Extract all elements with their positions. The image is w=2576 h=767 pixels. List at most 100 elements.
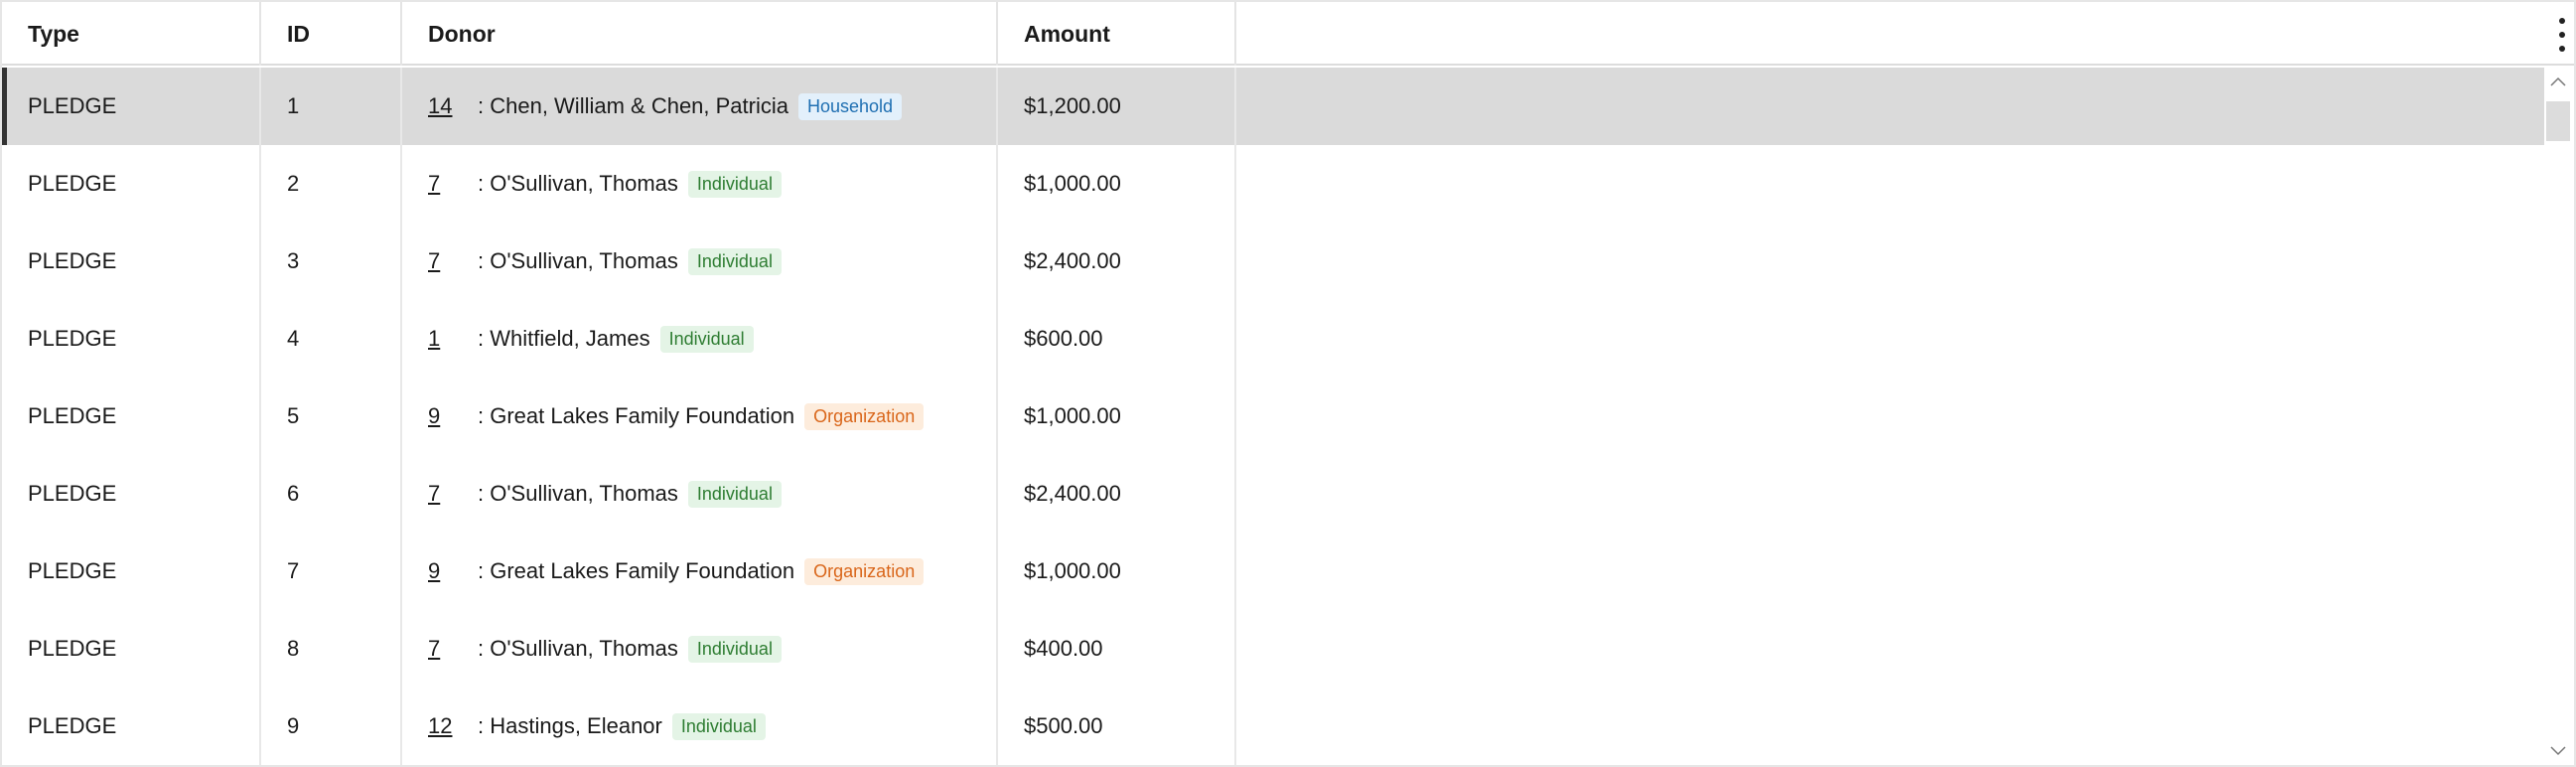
donor-id-link[interactable]: 14 bbox=[428, 93, 466, 119]
cell-filler bbox=[1236, 455, 2548, 533]
donor-type-badge: Individual bbox=[687, 480, 782, 508]
cell-id: 3 bbox=[261, 223, 402, 300]
id-value: 4 bbox=[287, 326, 300, 351]
scrollbar-thumb[interactable] bbox=[2546, 101, 2570, 141]
cell-filler bbox=[1236, 610, 2548, 688]
type-value: PLEDGE bbox=[28, 713, 117, 738]
cell-amount: $1,200.00 bbox=[998, 68, 1236, 145]
id-value: 6 bbox=[287, 481, 300, 506]
cell-donor: 9: Great Lakes Family Foundation Organiza… bbox=[402, 533, 998, 610]
table-row[interactable]: PLEDGE 1 14 : Chen, William & Chen, Patrici… bbox=[2, 68, 2548, 145]
table-row[interactable]: PLEDGE 8 7 : O'Sullivan, Thomas Individual $4… bbox=[2, 610, 2548, 688]
vertical-scrollbar[interactable] bbox=[2544, 68, 2572, 765]
cell-filler bbox=[1236, 223, 2548, 300]
id-value: 3 bbox=[287, 248, 300, 273]
donor-id-link[interactable]: 9 bbox=[428, 558, 466, 584]
type-value: PLEDGE bbox=[28, 636, 117, 661]
cell-filler bbox=[1236, 688, 2548, 765]
column-header-donor[interactable]: Donor bbox=[402, 2, 998, 66]
cell-amount: $1,000.00 bbox=[998, 145, 1236, 223]
donor-name: : Hastings, Eleanor bbox=[478, 713, 662, 738]
cell-type: PLEDGE bbox=[2, 300, 261, 378]
donor-id-link[interactable]: 7 bbox=[428, 248, 466, 274]
donor-type-badge: Individual bbox=[687, 635, 782, 663]
id-value: 7 bbox=[287, 558, 300, 583]
table-row[interactable]: PLEDGE 7 9: Great Lakes Family Foundation O… bbox=[2, 533, 2548, 610]
donor-type-badge: Individual bbox=[687, 247, 782, 275]
donor-id-link[interactable]: 9 bbox=[428, 403, 466, 429]
id-value: 1 bbox=[287, 93, 300, 118]
donor-name: : Whitfield, James bbox=[478, 326, 650, 351]
table-row[interactable]: PLEDGE 4 1 : Whitfield, James Individual $600… bbox=[2, 300, 2548, 378]
column-header-type[interactable]: Type bbox=[2, 2, 261, 66]
table-row[interactable]: PLEDGE 6 7: O'Sullivan, Thomas Individual $2… bbox=[2, 455, 2548, 533]
cell-type: PLEDGE bbox=[7, 68, 261, 145]
donor-id-link[interactable]: 7 bbox=[428, 171, 466, 197]
donor-name: : Great Lakes Family Foundation bbox=[478, 403, 795, 428]
donor-type-badge: Organization bbox=[804, 402, 925, 430]
amount-value: $1,000.00 bbox=[1024, 403, 1121, 428]
more-vertical-icon[interactable] bbox=[2556, 18, 2568, 52]
donor-name: : Chen, William & Chen, Patricia bbox=[478, 93, 788, 118]
cell-type: PLEDGE bbox=[2, 378, 261, 455]
type-value: PLEDGE bbox=[28, 171, 117, 196]
chevron-up-icon[interactable] bbox=[2548, 72, 2568, 91]
grid-body: PLEDGE 1 14: Chen, William & Chen, Patrici… bbox=[2, 68, 2548, 765]
type-value: PLEDGE bbox=[28, 403, 117, 428]
donor-id-link[interactable]: 7 bbox=[428, 636, 466, 662]
cell-type: PLEDGE bbox=[2, 533, 261, 610]
type-value: PLEDGE bbox=[28, 558, 117, 583]
id-value: 2 bbox=[287, 171, 300, 196]
table-row[interactable]: PLEDGE 2 7: O'Sullivan, Thomas Individual $1… bbox=[2, 145, 2548, 223]
column-header-label: Type bbox=[28, 20, 79, 47]
cell-id: 8 bbox=[261, 610, 402, 688]
donor-id-link[interactable]: 7 bbox=[428, 481, 466, 507]
cell-id: 2 bbox=[261, 145, 402, 223]
cell-amount: $400.00 bbox=[998, 610, 1236, 688]
donor-id-link[interactable]: 12 bbox=[428, 713, 466, 739]
id-value: 9 bbox=[287, 713, 300, 738]
data-grid: Type ID Donor Amount PLEDGE 1 14: Chen, Wi… bbox=[0, 0, 2576, 767]
id-value: 8 bbox=[287, 636, 300, 661]
amount-value: $1,000.00 bbox=[1024, 558, 1121, 583]
amount-value: $500.00 bbox=[1024, 713, 1103, 738]
cell-donor: 7 : O'Sullivan, Thomas Individual bbox=[402, 610, 998, 688]
column-header-id[interactable]: ID bbox=[261, 2, 402, 66]
cell-type: PLEDGE bbox=[2, 610, 261, 688]
donor-id-link[interactable]: 1 bbox=[428, 326, 466, 352]
amount-value: $400.00 bbox=[1024, 636, 1103, 661]
amount-value: $600.00 bbox=[1024, 326, 1103, 351]
column-header-label: Donor bbox=[428, 20, 496, 47]
cell-amount: $2,400.00 bbox=[998, 455, 1236, 533]
cell-amount: $1,000.00 bbox=[998, 378, 1236, 455]
column-header-label: Amount bbox=[1024, 20, 1110, 47]
column-header-label: ID bbox=[287, 20, 310, 47]
chevron-down-icon[interactable] bbox=[2548, 741, 2568, 761]
cell-donor: 7: O'Sullivan, Thomas Individual bbox=[402, 145, 998, 223]
donor-name: : O'Sullivan, Thomas bbox=[478, 636, 678, 661]
column-header-amount[interactable]: Amount bbox=[998, 2, 1236, 66]
donor-type-badge: Organization bbox=[804, 557, 925, 585]
cell-id: 7 bbox=[261, 533, 402, 610]
cell-type: PLEDGE bbox=[2, 145, 261, 223]
table-row[interactable]: PLEDGE 5 9 : Great Lakes Family Foundation O… bbox=[2, 378, 2548, 455]
cell-amount: $2,400.00 bbox=[998, 223, 1236, 300]
cell-donor: 9 : Great Lakes Family Foundation Organiza… bbox=[402, 378, 998, 455]
cell-donor: 1 : Whitfield, James Individual bbox=[402, 300, 998, 378]
cell-id: 1 bbox=[261, 68, 402, 145]
cell-filler bbox=[1236, 378, 2548, 455]
donor-name: : O'Sullivan, Thomas bbox=[478, 248, 678, 273]
cell-donor: 14 : Chen, William & Chen, Patricia Househ… bbox=[402, 68, 998, 145]
cell-filler bbox=[1236, 145, 2548, 223]
donor-type-badge: Household bbox=[798, 92, 903, 120]
cell-id: 6 bbox=[261, 455, 402, 533]
table-row[interactable]: PLEDGE 3 7: O'Sullivan, Thomas Individual $2… bbox=[2, 223, 2548, 300]
cell-filler bbox=[1236, 300, 2548, 378]
table-row[interactable]: PLEDGE 9 12 : Hastings, Eleanor Individual $5… bbox=[2, 688, 2548, 765]
donor-name: : O'Sullivan, Thomas bbox=[478, 171, 678, 196]
cell-id: 5 bbox=[261, 378, 402, 455]
donor-type-badge: Individual bbox=[659, 325, 754, 353]
column-header-filler bbox=[1236, 2, 2574, 66]
cell-amount: $600.00 bbox=[998, 300, 1236, 378]
donor-type-badge: Individual bbox=[671, 712, 766, 740]
